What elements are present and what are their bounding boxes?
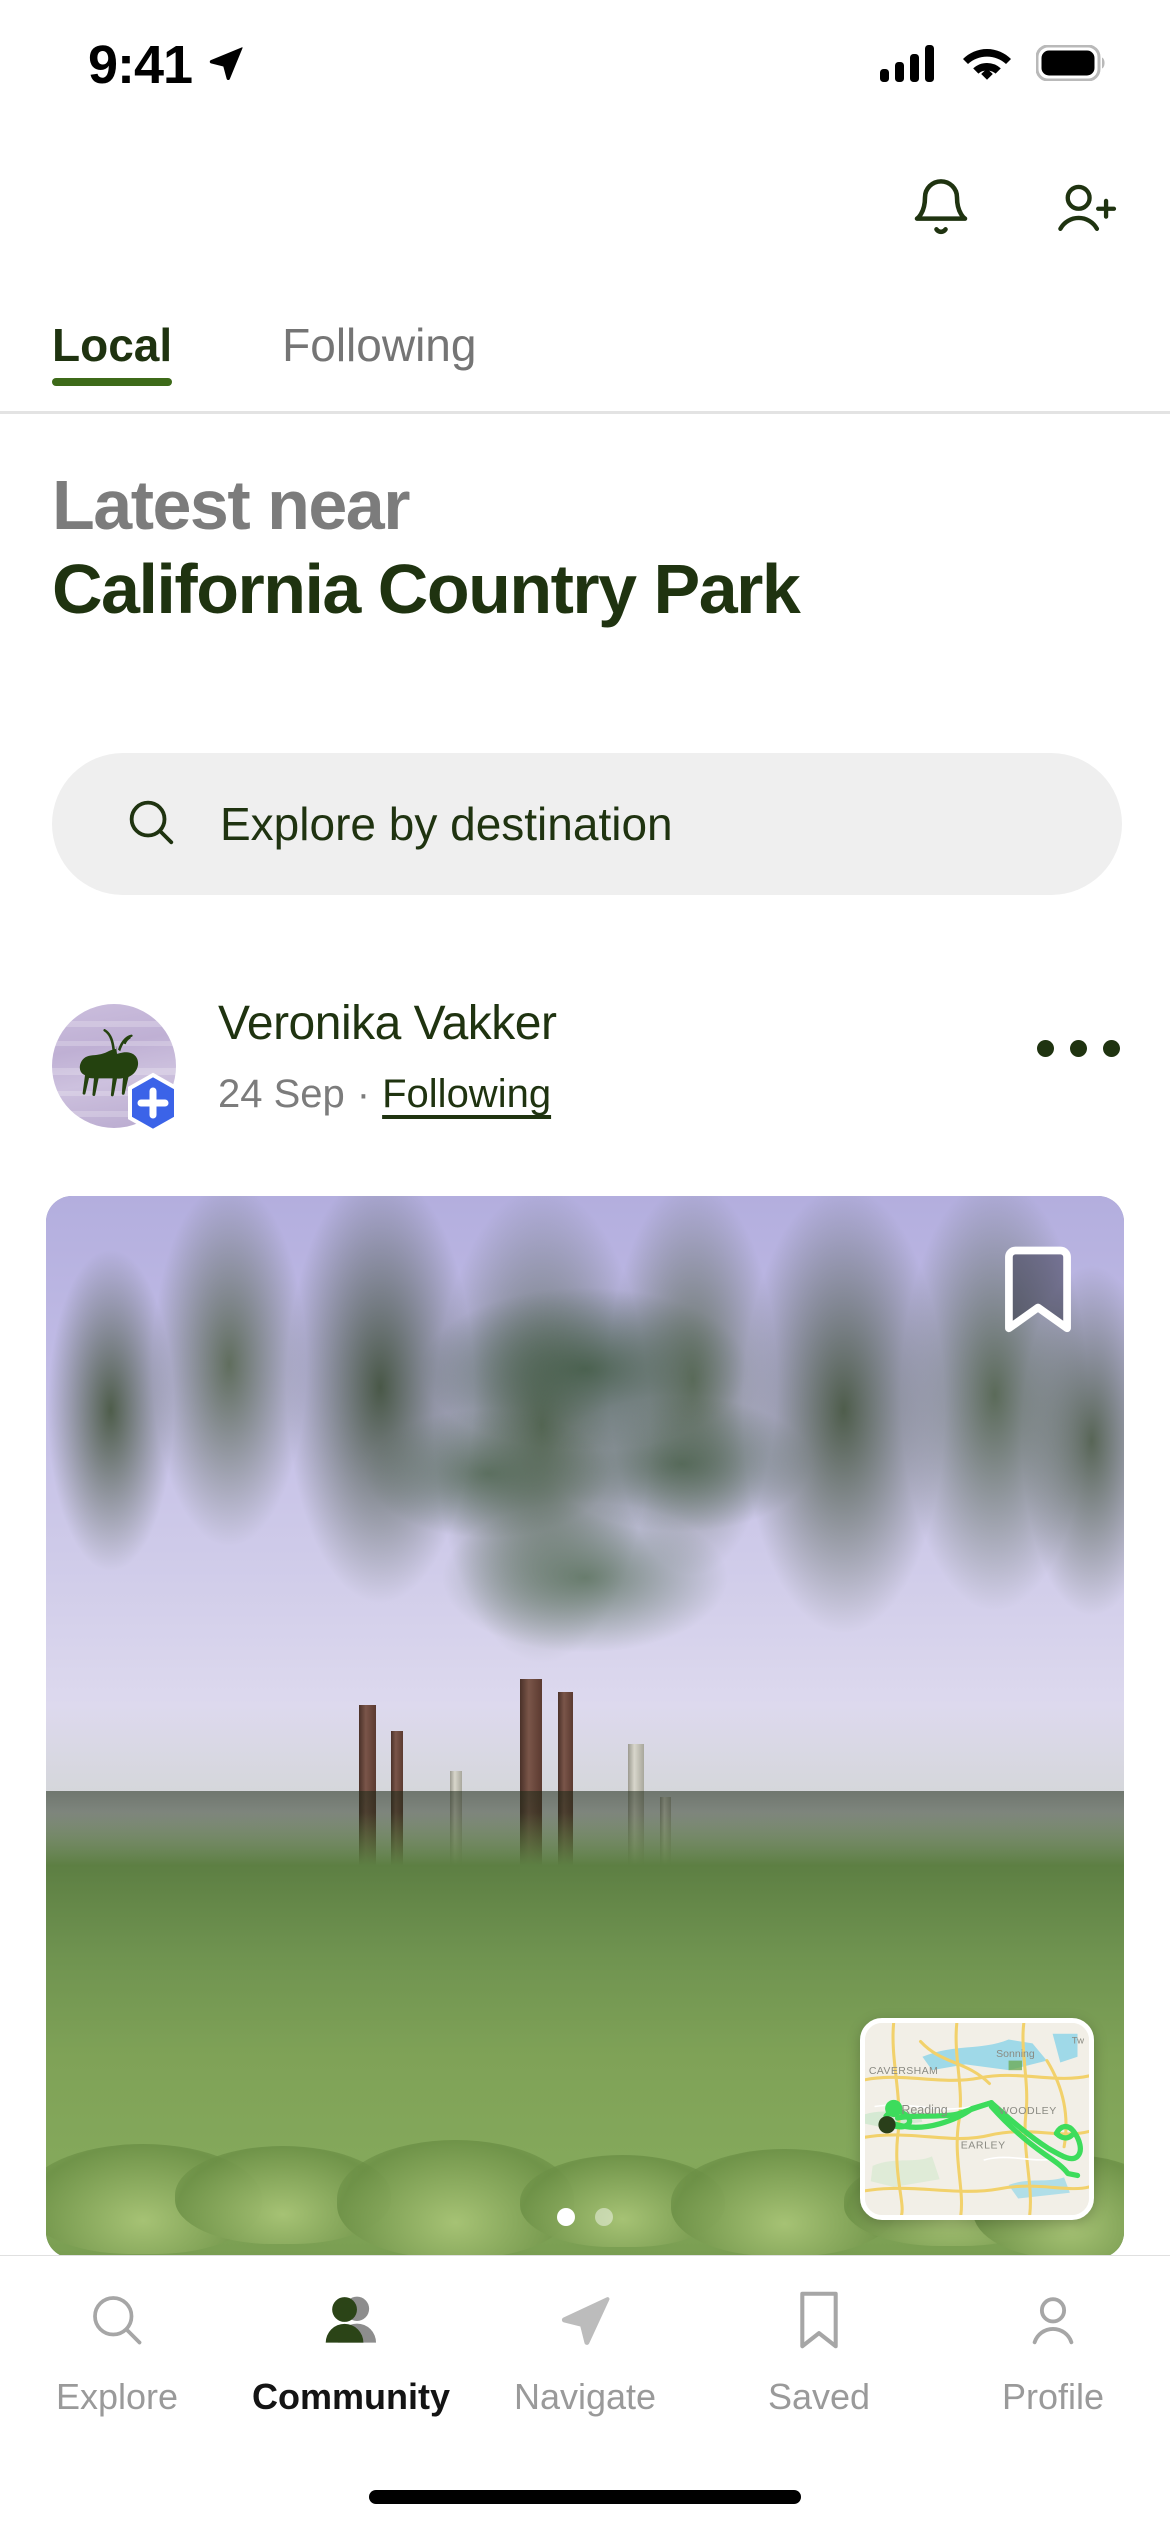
bookmark-icon [1002,1246,1074,1340]
post-photo[interactable]: CAVERSHAM Sonning Reading WOODLEY EARLEY… [46,1196,1124,2258]
people-icon [320,2282,382,2358]
post-author-name[interactable]: Veronika Vakker [218,996,557,1051]
bookmark-icon [793,2282,845,2358]
page-title-line1: Latest near [52,466,410,544]
page-title: Latest near California Country Park [52,466,1132,628]
search-input[interactable]: Explore by destination [52,753,1122,895]
person-add-icon [1052,176,1118,245]
meta-separator: · [356,1072,371,1116]
page-title-line2: California Country Park [52,549,801,628]
svg-text:Sonning: Sonning [996,2048,1035,2060]
follow-state-link[interactable]: Following [382,1072,551,1117]
svg-text:Reading: Reading [901,2103,947,2117]
status-bar-time: 9:41 [88,35,193,95]
app-screen: 9:41 Local Following Latest near Califor… [0,0,1170,2532]
tab-local[interactable]: Local [52,300,173,386]
more-options-icon[interactable] [1010,1018,1120,1078]
carousel-dot-1[interactable] [557,2208,575,2226]
svg-text:Tw: Tw [1072,2035,1084,2046]
wifi-icon [960,43,1014,88]
battery-full-icon [1035,44,1108,86]
header-actions [0,140,1170,280]
nav-item-community[interactable]: Community [234,2282,468,2418]
nav-label-saved: Saved [767,2376,871,2417]
minimap-svg: CAVERSHAM Sonning Reading WOODLEY EARLEY… [865,2023,1089,2215]
navigation-arrow-icon [554,2282,616,2358]
tabs-divider [0,411,1170,414]
tab-local-label: Local [52,319,173,371]
person-icon [1024,2282,1082,2358]
start-position-marker [878,2116,896,2134]
nav-label-navigate: Navigate [513,2376,657,2417]
tab-following[interactable]: Following [282,300,476,372]
svg-text:CAVERSHAM: CAVERSHAM [869,2065,938,2077]
search-icon [124,795,178,854]
nav-label-community: Community [252,2376,450,2417]
post-date: 24 Sep [218,1072,345,1116]
post-meta: 24 Sep · Following [218,1072,551,1117]
status-bar-right [880,43,1108,88]
current-position-marker [885,2099,903,2118]
search-icon [87,2282,147,2358]
status-bar: 9:41 [0,0,1170,130]
carousel-dot-2[interactable] [595,2208,613,2226]
route-minimap[interactable]: CAVERSHAM Sonning Reading WOODLEY EARLEY… [860,2018,1094,2220]
cellular-signal-icon [880,43,938,88]
nav-item-saved[interactable]: Saved [702,2282,936,2418]
feed-tabs: Local Following [0,300,1170,412]
plus-badge-icon [122,1072,184,1134]
photo-carousel-dots[interactable] [46,2208,1124,2226]
tab-active-underline [52,378,173,386]
tab-following-label: Following [282,319,477,371]
nav-item-explore[interactable]: Explore [0,2282,234,2418]
bookmark-button[interactable] [1002,1244,1074,1341]
svg-text:EARLEY: EARLEY [961,2140,1006,2152]
search-placeholder: Explore by destination [220,798,673,850]
nav-item-navigate[interactable]: Navigate [468,2282,702,2418]
home-indicator[interactable] [369,2490,801,2504]
nav-label-explore: Explore [55,2376,179,2417]
status-bar-left: 9:41 [88,38,246,92]
nav-label-profile: Profile [1001,2376,1105,2417]
avatar[interactable] [52,1004,178,1134]
notifications-button[interactable] [904,173,978,247]
location-arrow-icon [206,43,246,88]
add-friend-button[interactable] [1048,173,1122,247]
bell-icon [909,176,973,245]
post-header: Veronika Vakker 24 Sep · Following [52,996,1120,1146]
svg-text:WOODLEY: WOODLEY [999,2105,1057,2117]
nav-item-profile[interactable]: Profile [936,2282,1170,2418]
